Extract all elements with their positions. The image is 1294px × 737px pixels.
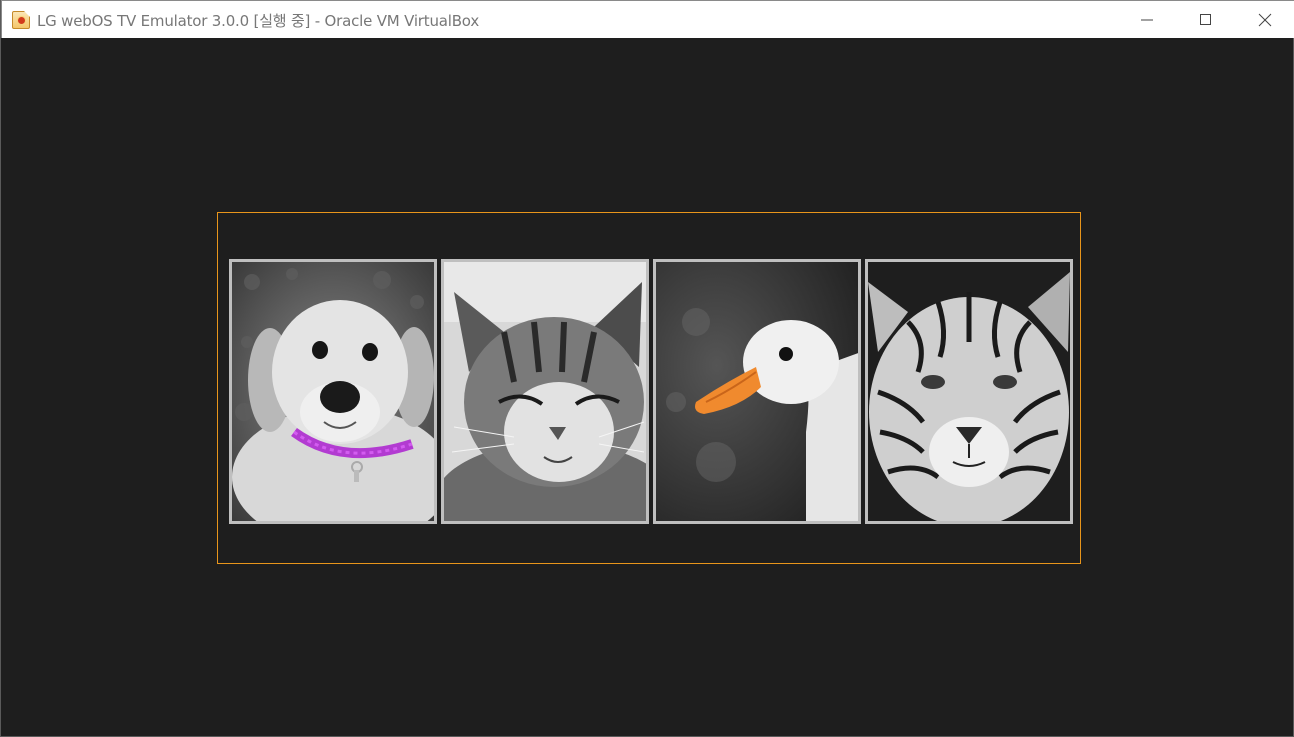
title-bar[interactable]: LG webOS TV Emulator 3.0.0 [실행 중] - Orac… bbox=[1, 0, 1294, 38]
puppy-photo[interactable] bbox=[229, 259, 437, 524]
close-icon bbox=[1258, 13, 1272, 27]
minimize-button[interactable] bbox=[1119, 1, 1177, 38]
maximize-icon bbox=[1200, 14, 1211, 25]
close-button[interactable] bbox=[1236, 1, 1294, 38]
maximize-button[interactable] bbox=[1177, 1, 1235, 38]
duck-photo[interactable] bbox=[653, 259, 861, 524]
virtualbox-window: LG webOS TV Emulator 3.0.0 [실행 중] - Orac… bbox=[0, 0, 1294, 737]
window-title: LG webOS TV Emulator 3.0.0 [실행 중] - Orac… bbox=[37, 12, 480, 30]
minimize-icon bbox=[1141, 19, 1153, 21]
virtualbox-icon bbox=[12, 11, 30, 29]
tiger-photo[interactable] bbox=[865, 259, 1073, 524]
cat-photo[interactable] bbox=[441, 259, 649, 524]
